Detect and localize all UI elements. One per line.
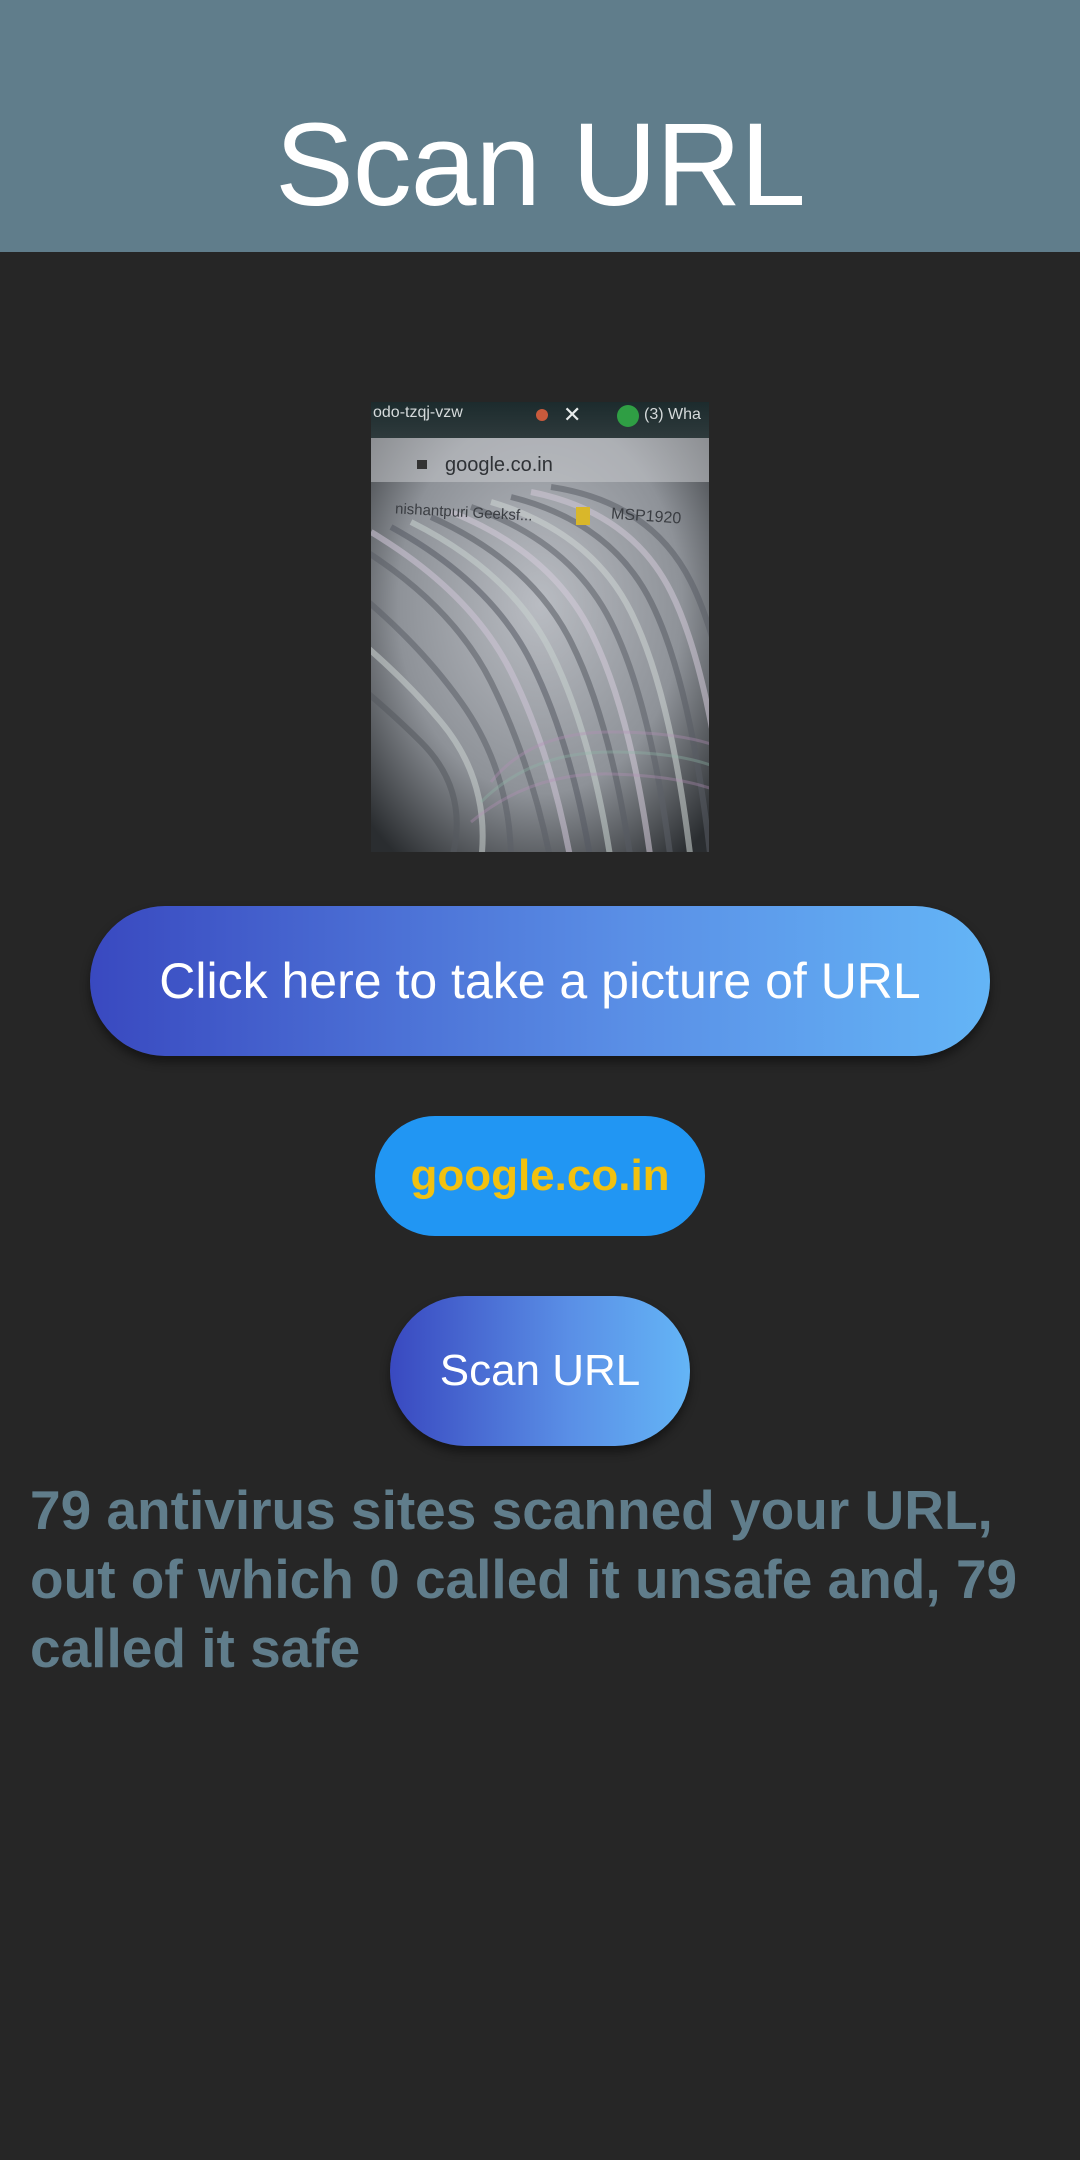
app-bar: Scan URL	[0, 0, 1080, 252]
detected-url-button[interactable]: google.co.in	[375, 1116, 705, 1236]
scan-result-text: 79 antivirus sites scanned your URL, out…	[30, 1479, 1018, 1679]
take-picture-button[interactable]: Click here to take a picture of URL	[90, 906, 990, 1056]
scan-url-button[interactable]: Scan URL	[390, 1296, 690, 1446]
captured-url-photo: odo-tzqj-vzw ✕ (3) Wha google.co.in nish…	[371, 402, 709, 852]
photo-tab-text: odo-tzqj-vzw	[373, 404, 463, 421]
photo-address-text: google.co.in	[445, 454, 553, 476]
app-title: Scan URL	[275, 99, 806, 231]
photo-close-icon: ✕	[563, 402, 582, 427]
photo-whatsapp-text: (3) Wha	[644, 406, 701, 423]
